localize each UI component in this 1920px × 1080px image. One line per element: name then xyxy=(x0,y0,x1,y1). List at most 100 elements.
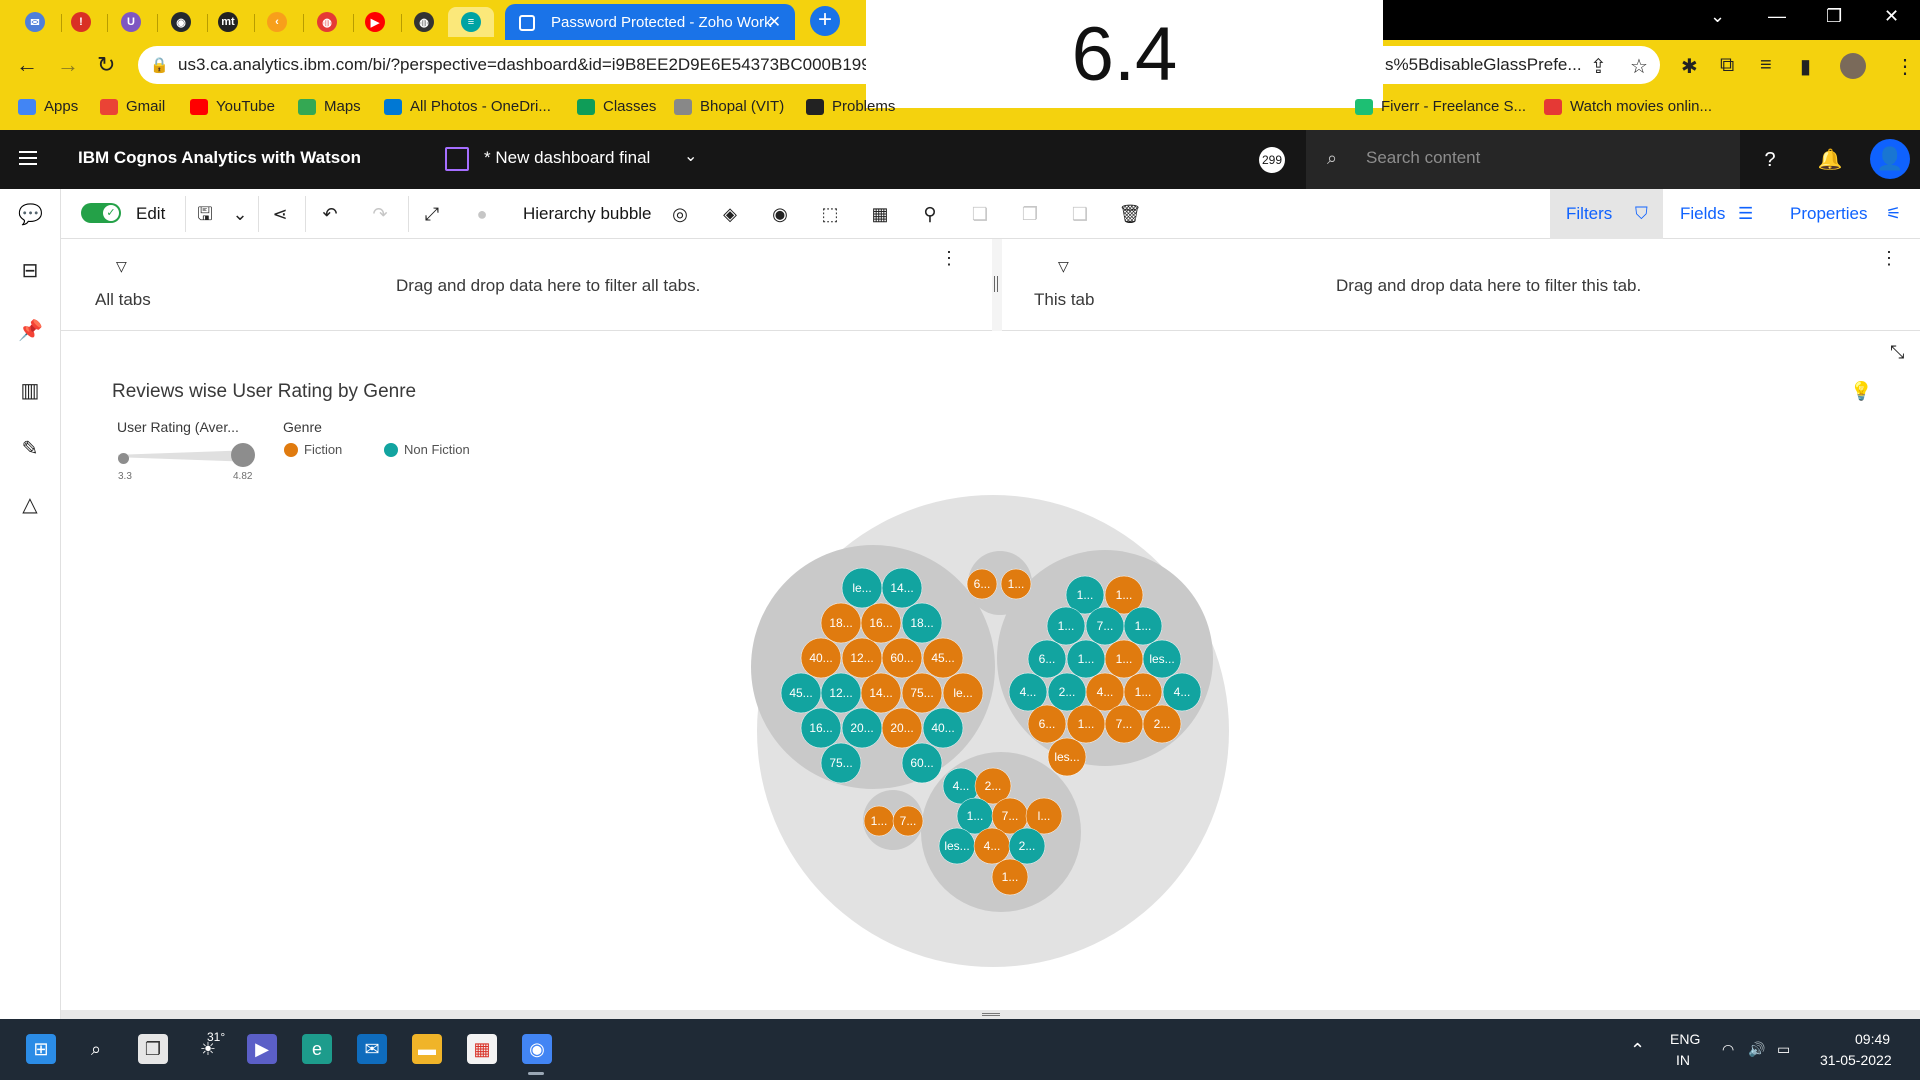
bookmark-item[interactable]: Apps xyxy=(18,98,78,115)
tab-search-chevron-icon[interactable]: ⌄ xyxy=(1710,6,1725,27)
share-icon[interactable]: ⇪ xyxy=(1590,54,1607,79)
edit-mode-toggle[interactable] xyxy=(81,203,121,223)
share-icon[interactable]: ⋖ xyxy=(268,202,292,226)
tray-chevron-icon[interactable]: ⌃ xyxy=(1630,1040,1645,1061)
wifi-icon[interactable]: ◠ xyxy=(1722,1041,1734,1058)
notifications-bell-icon[interactable]: 🔔 xyxy=(1815,145,1845,175)
mail-icon[interactable]: ✉ xyxy=(357,1034,387,1064)
browser-tab[interactable]: ▶ xyxy=(352,7,398,37)
hierarchy-icon[interactable]: ◈ xyxy=(718,202,742,226)
drill-icon[interactable]: ◉ xyxy=(768,202,792,226)
expand-icon[interactable]: ⤢ xyxy=(420,202,444,226)
restore-window-icon[interactable]: ❐ xyxy=(1826,6,1842,27)
filters-tab-label[interactable]: Filters xyxy=(1566,204,1612,224)
bring-front-icon[interactable]: ❐ xyxy=(1018,202,1042,226)
browser-tab[interactable]: ≡ xyxy=(448,7,494,37)
select-area-icon[interactable]: ⬚ xyxy=(818,202,842,226)
undo-icon[interactable]: ↶ xyxy=(318,202,342,226)
delete-icon[interactable]: 🗑 xyxy=(1118,202,1142,226)
close-tab-icon[interactable]: ✕ xyxy=(768,12,781,32)
this-tab-drop-zone[interactable]: Drag and drop data here to filter this t… xyxy=(1336,276,1641,296)
browser-tab[interactable]: mt xyxy=(205,7,251,37)
new-tab-button[interactable]: + xyxy=(810,6,840,36)
pin-icon[interactable]: 📌 xyxy=(18,318,43,342)
chrome-menu-icon[interactable]: ⋮ xyxy=(1895,54,1915,79)
fields-tab-label[interactable]: Fields xyxy=(1680,204,1725,224)
browser-tab[interactable]: ◍ xyxy=(304,7,350,37)
close-window-icon[interactable]: ✕ xyxy=(1884,6,1899,27)
browser-tab-active[interactable]: Password Protected - Zoho Work ✕ xyxy=(505,4,795,40)
dashboard-title[interactable]: * New dashboard final xyxy=(484,148,650,168)
browser-tab[interactable]: ◉ xyxy=(158,7,204,37)
back-arrow-icon[interactable]: ← xyxy=(16,52,38,78)
save-icon[interactable]: 🖫 xyxy=(193,202,217,226)
all-tabs-overflow-icon[interactable]: ⋮ xyxy=(940,248,958,269)
save-menu-chevron-icon[interactable]: ⌄ xyxy=(228,202,252,226)
profile-avatar[interactable] xyxy=(1840,53,1866,79)
help-icon[interactable]: ? xyxy=(1755,145,1785,175)
chrome-icon[interactable]: ◉ xyxy=(522,1034,552,1064)
browser-tab[interactable]: ! xyxy=(58,7,104,37)
extension-bug-icon[interactable]: ✱ xyxy=(1681,54,1698,79)
media-queue-icon[interactable]: ≡ xyxy=(1760,54,1772,77)
language-indicator[interactable]: ENG xyxy=(1670,1031,1700,1047)
task-view-icon[interactable]: ❐ xyxy=(138,1034,168,1064)
bookmark-item[interactable]: Problems xyxy=(806,98,895,115)
edge-browser-icon[interactable]: e xyxy=(302,1034,332,1064)
browser-tab[interactable]: ✉ xyxy=(12,7,58,37)
hierarchy-bubble-chart[interactable]: le... 14... 18... 16... 18... 40... 12... 60...… xyxy=(61,331,1920,1011)
change-visualization-icon[interactable]: ◎ xyxy=(668,202,692,226)
reload-icon[interactable]: ↻ xyxy=(97,52,115,78)
send-back-icon[interactable]: ❑ xyxy=(1068,202,1092,226)
bookmark-item[interactable]: All Photos - OneDri... xyxy=(384,98,551,115)
url-text[interactable]: us3.ca.analytics.ibm.com/bi/?perspective… xyxy=(178,55,871,75)
bookmark-item[interactable]: Classes xyxy=(577,98,656,115)
redo-icon[interactable]: ↷ xyxy=(368,202,392,226)
taskbar-search-icon[interactable]: ⌕ xyxy=(81,1034,111,1064)
browser-tab[interactable]: U xyxy=(108,7,154,37)
search-input[interactable] xyxy=(1366,148,1706,168)
bookmark-item[interactable]: Maps xyxy=(298,98,361,115)
minimize-window-icon[interactable]: — xyxy=(1768,6,1786,27)
bookmark-item[interactable]: YouTube xyxy=(190,98,275,115)
visualization-type-label[interactable]: Hierarchy bubble xyxy=(523,204,652,224)
all-tabs-drop-zone[interactable]: Drag and drop data here to filter all ta… xyxy=(396,276,700,296)
url-tail-text[interactable]: s%5BdisableGlassPrefe... xyxy=(1385,55,1582,75)
forward-arrow-icon[interactable]: → xyxy=(57,52,79,78)
side-panel-icon[interactable]: ▮ xyxy=(1800,54,1811,79)
browser-tab[interactable]: ‹ xyxy=(254,7,300,37)
region-indicator[interactable]: IN xyxy=(1676,1052,1690,1068)
lock-icon[interactable]: 🔒 xyxy=(150,56,169,74)
extensions-puzzle-icon[interactable]: ⧉ xyxy=(1720,54,1734,77)
hamburger-menu-icon[interactable] xyxy=(19,151,37,165)
resize-grip-icon[interactable] xyxy=(994,276,998,292)
bookmark-item[interactable]: Fiverr - Freelance S... xyxy=(1355,98,1526,115)
teams-chat-icon[interactable]: ▶ xyxy=(247,1034,277,1064)
properties-tab-label[interactable]: Properties xyxy=(1790,204,1867,224)
notification-count-badge[interactable]: 299 xyxy=(1259,147,1285,173)
bookmark-star-icon[interactable]: ☆ xyxy=(1630,54,1648,79)
browser-tab[interactable]: ◍ xyxy=(401,7,447,37)
this-tab-overflow-icon[interactable]: ⋮ xyxy=(1880,248,1898,269)
connect-icon[interactable]: ● xyxy=(470,202,494,226)
data-tree-icon[interactable]: ⊟ xyxy=(18,258,42,282)
media-shapes-icon[interactable]: △ xyxy=(18,492,42,516)
windows-start-icon[interactable]: ⊞ xyxy=(26,1034,56,1064)
table-view-icon[interactable]: ▦ xyxy=(868,202,892,226)
copy-icon[interactable]: ❏ xyxy=(968,202,992,226)
resize-handle-icon[interactable] xyxy=(982,1013,1000,1016)
volume-icon[interactable]: 🔊 xyxy=(1748,1041,1765,1058)
visualizations-icon[interactable]: ▥ xyxy=(18,378,42,402)
pin-widget-icon[interactable]: ⚲ xyxy=(918,202,942,226)
bookmark-item[interactable]: Bhopal (VIT) xyxy=(674,98,784,115)
bookmark-item[interactable]: Gmail xyxy=(100,98,165,115)
widgets-icon[interactable]: ✎ xyxy=(18,436,42,460)
clock-date[interactable]: 31-05-2022 xyxy=(1820,1052,1892,1068)
battery-icon[interactable]: ▭ xyxy=(1777,1041,1790,1058)
bookmark-item[interactable]: Watch movies onlin... xyxy=(1544,98,1712,115)
comment-icon[interactable]: 💬 xyxy=(18,202,43,226)
chevron-down-icon[interactable]: ⌄ xyxy=(684,146,697,166)
clock-time[interactable]: 09:49 xyxy=(1855,1031,1890,1047)
file-explorer-icon[interactable]: ▬ xyxy=(412,1034,442,1064)
store-icon[interactable]: ▦ xyxy=(467,1034,497,1064)
